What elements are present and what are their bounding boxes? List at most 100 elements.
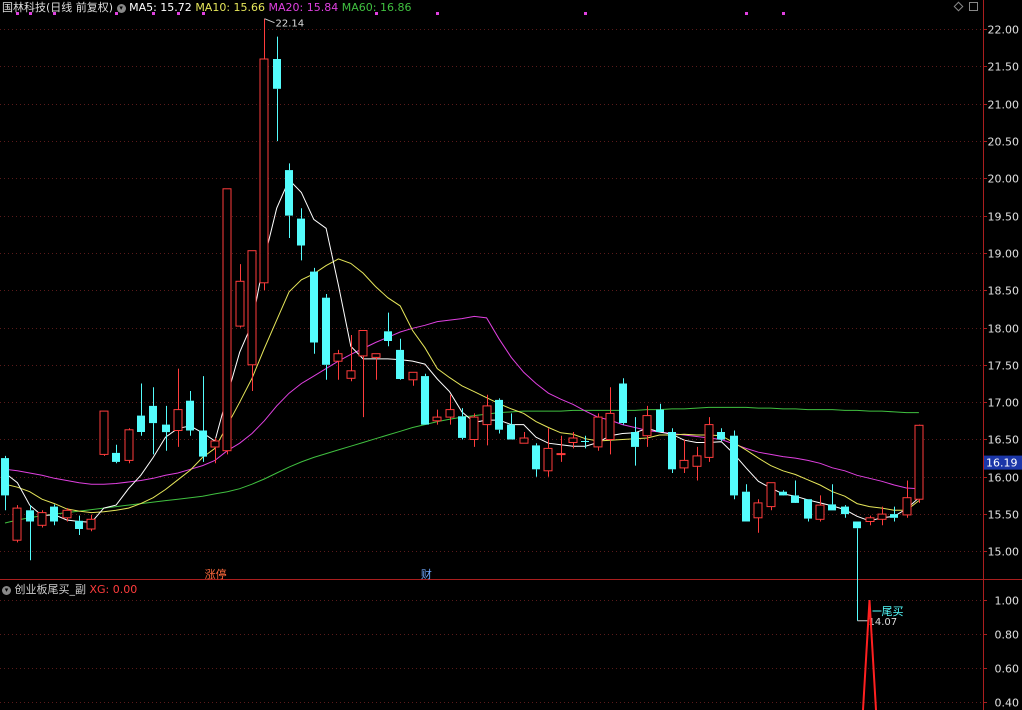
ma5-label: MA5: 15.72	[129, 1, 192, 14]
candle	[186, 391, 194, 436]
candle	[742, 484, 750, 522]
indicator-name[interactable]: 创业板尾买_副	[15, 583, 87, 596]
y-tick-label: 18.50	[988, 285, 1020, 298]
candle-body	[730, 435, 738, 496]
candle-body	[421, 376, 429, 425]
candle-body	[692, 455, 702, 467]
candle-body	[568, 437, 578, 443]
candle-body	[99, 410, 109, 455]
candle	[828, 484, 836, 511]
candle-body	[371, 353, 381, 358]
candle-body	[543, 447, 553, 472]
candle	[384, 312, 392, 347]
candle	[199, 376, 207, 462]
candle-body	[322, 297, 330, 365]
candle	[704, 417, 714, 462]
candle	[50, 504, 58, 526]
ma10-label: MA10: 15.66	[195, 1, 266, 14]
candle	[902, 480, 912, 518]
candle	[99, 410, 109, 456]
candle-body	[297, 218, 305, 246]
candle-body	[717, 432, 725, 440]
chart-header: 国林科技(日线 前复权) ▾ MA5: 15.72 MA10: 15.66 MA…	[2, 1, 411, 15]
candle-body	[285, 170, 293, 216]
candle-body	[668, 432, 676, 470]
ma60-label: MA60: 16.86	[341, 1, 412, 14]
candle-body	[482, 405, 492, 426]
ma20-label: MA20: 15.84	[268, 1, 339, 14]
candle	[247, 250, 257, 391]
expand-icon[interactable]: ▾	[116, 3, 126, 13]
stock-chart[interactable]: 22.00 21.50 21.00 20.50 20.00 19.50 19.00 18.50…	[0, 0, 1022, 710]
y-tick-label: 16.50	[988, 434, 1020, 447]
candle	[543, 428, 553, 477]
candle-body	[26, 510, 34, 522]
candle-body	[186, 400, 194, 431]
indicator-toggle-icon[interactable]: ▾	[2, 585, 11, 595]
candle-body	[581, 441, 589, 442]
candle-body	[210, 440, 220, 448]
candle	[137, 383, 145, 436]
y-tick-label: 17.50	[988, 360, 1020, 373]
candle-body	[432, 416, 442, 422]
candle-body	[310, 271, 318, 343]
y-tick-label: 16.00	[988, 472, 1020, 485]
candle	[124, 428, 134, 464]
candle	[815, 495, 825, 522]
candle-body	[162, 424, 170, 433]
sub-y-tick-label: 0.60	[995, 663, 1020, 676]
candle	[273, 36, 281, 142]
candle	[26, 505, 34, 561]
candle	[12, 505, 22, 543]
candle-body	[841, 506, 849, 515]
candle-body	[890, 514, 898, 518]
candle	[841, 505, 849, 518]
candle-body	[679, 459, 689, 469]
candle	[593, 413, 603, 451]
candle-body	[199, 430, 207, 457]
candle-body	[124, 429, 134, 461]
candle	[1, 455, 9, 511]
candle	[346, 335, 356, 382]
y-tick-label: 21.50	[988, 61, 1020, 74]
candle-body	[346, 370, 356, 379]
candle-body	[865, 517, 875, 522]
candle	[310, 267, 318, 354]
candle-body	[914, 424, 924, 500]
candle-body	[235, 280, 245, 327]
candle	[333, 349, 343, 380]
candle-body	[75, 520, 83, 529]
candle-body	[222, 188, 232, 452]
candle	[532, 443, 540, 477]
candle	[162, 405, 170, 451]
y-tick-label: 15.50	[988, 509, 1020, 522]
high-price-label: 22.14	[276, 19, 305, 30]
ma20-line	[4, 315, 919, 490]
candle	[458, 408, 466, 440]
event-dot	[782, 12, 785, 15]
sub-y-tick-label: 0.40	[995, 697, 1020, 710]
candle-body	[358, 330, 368, 357]
sub-y-tick-label: 1.00	[995, 595, 1020, 608]
candle	[222, 188, 232, 455]
candle-body	[86, 518, 96, 530]
restore-icon[interactable]	[969, 2, 978, 11]
y-tick-label: 15.00	[988, 546, 1020, 559]
candle-body	[112, 452, 120, 462]
candle	[519, 432, 529, 444]
candle-body	[273, 59, 281, 89]
candle	[668, 428, 676, 473]
y-tick-label: 22.00	[988, 24, 1020, 37]
candle-body	[779, 491, 787, 496]
candle	[259, 18, 269, 291]
candle-body	[149, 405, 157, 424]
candle-body	[605, 412, 615, 440]
candle	[804, 499, 812, 522]
stock-title[interactable]: 国林科技(日线 前复权)	[2, 1, 113, 14]
y-tick-label: 20.00	[988, 173, 1020, 186]
candle-body	[619, 383, 627, 423]
candle-body	[259, 58, 269, 284]
candle-body	[656, 409, 664, 432]
candle-body	[593, 416, 603, 448]
candle	[605, 387, 615, 455]
